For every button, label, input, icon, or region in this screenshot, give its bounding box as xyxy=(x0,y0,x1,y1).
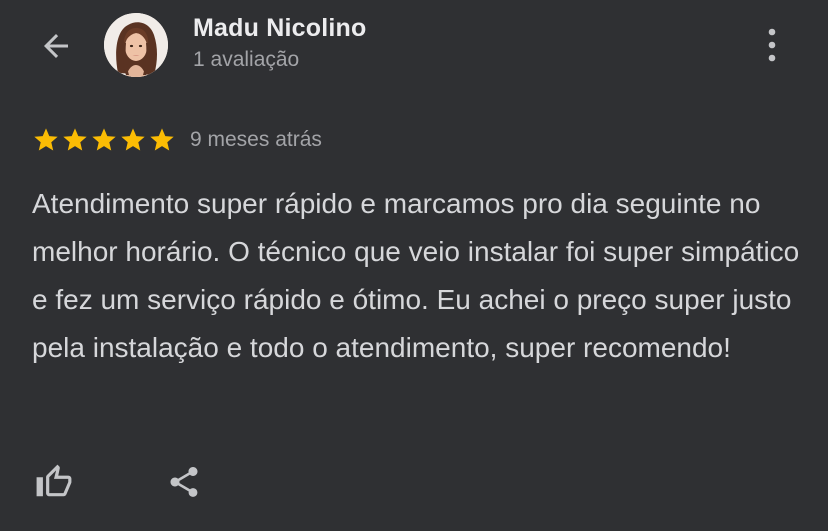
reviewer-review-count: 1 avaliação xyxy=(193,48,300,71)
thumbs-up-icon xyxy=(36,464,72,497)
back-button[interactable] xyxy=(32,24,80,68)
review-time: 9 meses atrás xyxy=(190,128,322,151)
like-button[interactable] xyxy=(32,460,76,504)
star-icon xyxy=(121,128,145,151)
more-vertical-icon xyxy=(768,28,776,62)
star-icon xyxy=(92,128,116,151)
rating-row: 9 meses atrás xyxy=(32,124,322,156)
star-icon xyxy=(34,128,58,151)
star-icon xyxy=(150,128,174,151)
review-header: Madu Nicolino 1 avaliação xyxy=(0,0,828,100)
star-icon xyxy=(63,128,87,151)
reviewer-name[interactable]: Madu Nicolino xyxy=(193,14,366,43)
user-photo xyxy=(104,13,168,77)
arrow-left-icon xyxy=(44,34,68,58)
share-button[interactable] xyxy=(162,460,206,504)
star-rating xyxy=(32,126,176,154)
more-options-button[interactable] xyxy=(752,22,792,68)
review-text: Atendimento super rápido e marcamos pro … xyxy=(32,188,800,363)
review-actions xyxy=(32,458,206,506)
share-icon xyxy=(170,467,198,497)
avatar[interactable] xyxy=(104,13,168,77)
